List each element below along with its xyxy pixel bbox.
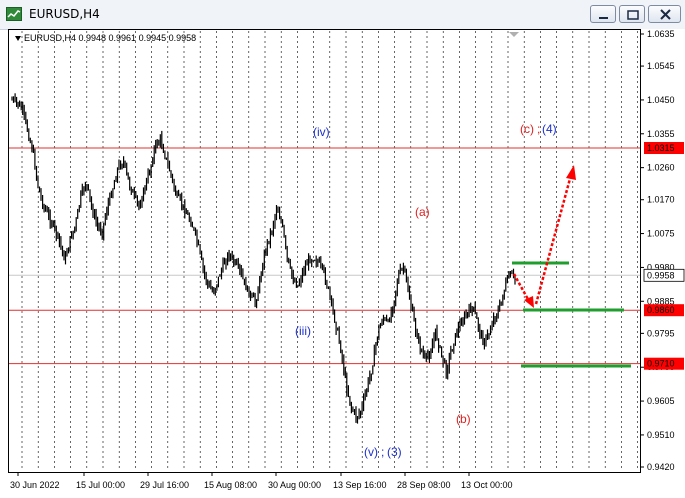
wave-label-4: (4) — [542, 122, 557, 136]
current-price-marker: 0.9958 — [647, 270, 675, 280]
projection-arrow-up — [534, 174, 573, 305]
time-label: 13 Oct 00:00 — [461, 480, 513, 490]
price-tick-label: 1.0355 — [647, 129, 675, 139]
arrow-head-down — [524, 296, 534, 308]
price-tick-label: 0.9605 — [647, 396, 675, 406]
wave-label-b: (b) — [456, 412, 471, 426]
target-lines — [512, 261, 631, 368]
horizontal-levels — [9, 147, 640, 365]
price-tick-label: 1.0260 — [647, 163, 675, 173]
price-tick-label: 1.0545 — [647, 61, 675, 71]
time-label: 13 Sep 16:00 — [333, 480, 387, 490]
price-ticks: 1.0635 1.0545 1.0450 1.0355 1.0260 1.0170 1.00… — [640, 29, 675, 472]
wave-label-c: (c) — [520, 122, 534, 136]
level-marker-2: 0.9710 — [647, 359, 675, 369]
time-label: 30 Aug 00:00 — [268, 480, 321, 490]
chart-canvas: 1.0635 1.0545 1.0450 1.0355 1.0260 1.0170 1.00… — [9, 29, 685, 490]
price-tick-label: 1.0450 — [647, 95, 675, 105]
time-label: 15 Aug 08:00 — [204, 480, 257, 490]
time-label: 15 Jul 00:00 — [76, 480, 125, 490]
price-tick-label: 1.0075 — [647, 229, 675, 239]
grid-lines — [9, 31, 640, 471]
price-tick-label: 1.0635 — [647, 29, 675, 39]
projection-arrow — [512, 165, 576, 308]
time-label: 28 Sep 08:00 — [397, 480, 451, 490]
symbol-dropdown-icon — [15, 36, 21, 42]
symbol-info: EURUSD,H4 0.9948 0.9961 0.9945 0.9958 — [15, 33, 196, 43]
price-tick-label: 0.9420 — [647, 462, 675, 472]
price-tick-label: 0.9510 — [647, 430, 675, 440]
wave-label-semicolon-v3: ; — [381, 445, 384, 459]
wave-label-v: (v) — [364, 445, 378, 459]
level-marker-1: 0.9860 — [647, 305, 675, 315]
time-label: 29 Jul 16:00 — [140, 480, 189, 490]
wave-label-a: (a) — [415, 205, 430, 219]
wave-labels: (iv) (iii) (v) ; (3) (a) (b) (c) ; (4) — [295, 122, 557, 459]
time-label: 30 Jun 2022 — [10, 480, 60, 490]
wave-label-iv: (iv) — [313, 125, 330, 139]
price-tick-label: 1.0170 — [647, 195, 675, 205]
arrow-head-up — [566, 165, 576, 180]
wave-label-3: (3) — [387, 445, 402, 459]
wave-label-semicolon-c4: ; — [537, 122, 540, 136]
price-series — [11, 93, 516, 424]
symbol-info-text: EURUSD,H4 0.9948 0.9961 0.9945 0.9958 — [24, 33, 197, 43]
wave-label-iii: (iii) — [295, 324, 311, 338]
level-marker-0: 1.0315 — [647, 143, 675, 153]
chart-shift-icon[interactable] — [509, 32, 519, 37]
price-tick-label: 0.9795 — [647, 328, 675, 338]
